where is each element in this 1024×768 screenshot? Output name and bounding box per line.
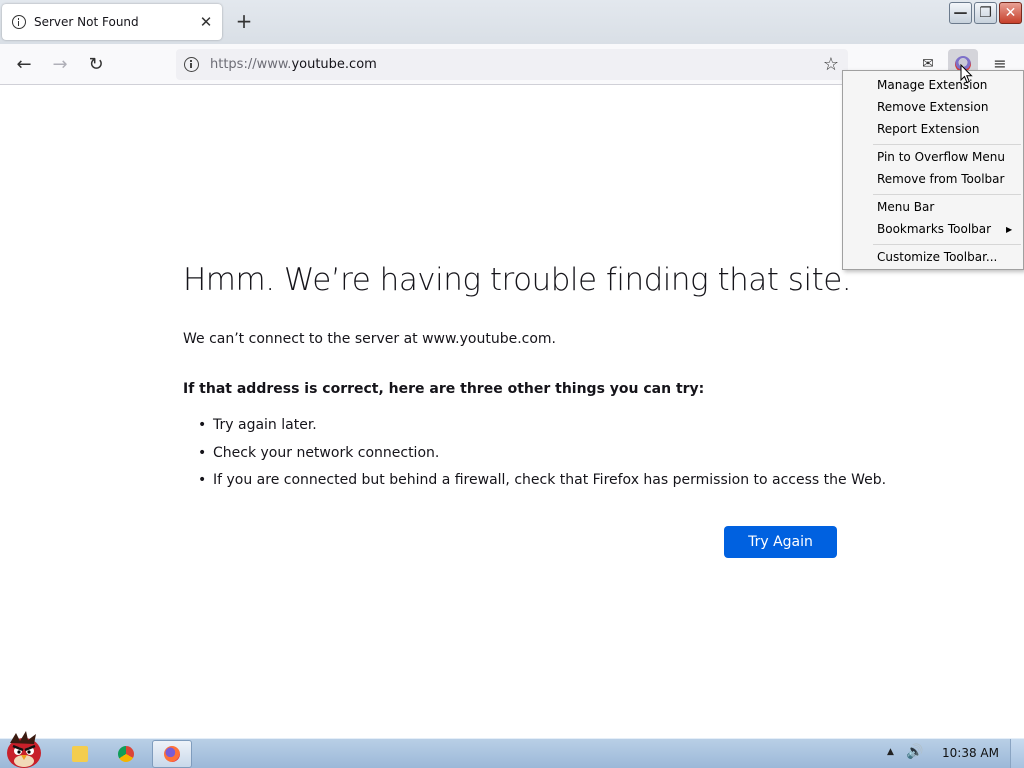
- folder-icon: [72, 746, 88, 762]
- menu-item-remove-from-toolbar[interactable]: Remove from Toolbar: [877, 170, 1004, 188]
- menu-item-bookmarks-toolbar[interactable]: Bookmarks Toolbar: [877, 220, 991, 238]
- suggestions-heading: If that address is correct, here are thr…: [183, 381, 705, 397]
- try-again-button[interactable]: Try Again: [724, 526, 837, 558]
- list-item: Try again later.: [198, 415, 886, 443]
- minimize-icon: —: [953, 5, 968, 21]
- taskbar-explorer-button[interactable]: [60, 740, 100, 768]
- menu-item-customize-toolbar[interactable]: Customize Toolbar...: [877, 248, 997, 266]
- close-tab-icon[interactable]: ✕: [198, 14, 214, 30]
- tab-title: Server Not Found: [34, 15, 139, 29]
- start-button[interactable]: [0, 731, 48, 768]
- volume-icon[interactable]: 🔊: [906, 744, 923, 760]
- window-controls: — ❐ ✕: [949, 2, 1022, 24]
- forward-button[interactable]: →: [47, 52, 73, 78]
- url-text[interactable]: https://www.youtube.com: [210, 57, 820, 72]
- url-prefix: https://www.: [210, 57, 292, 72]
- show-desktop-button[interactable]: [1010, 739, 1024, 768]
- show-hidden-icons-icon[interactable]: ▲: [887, 747, 894, 757]
- tab-strip: Server Not Found ✕ + — ❐ ✕: [0, 0, 1024, 44]
- menu-separator: [873, 144, 1021, 145]
- list-item: If you are connected but behind a firewa…: [198, 470, 886, 498]
- list-item: Check your network connection.: [198, 443, 886, 471]
- taskbar-chrome-button[interactable]: [106, 740, 146, 768]
- restore-button[interactable]: ❐: [974, 2, 997, 24]
- close-icon: ✕: [1004, 5, 1017, 21]
- system-tray: ▲ 🔊 10:38 AM: [884, 739, 1024, 768]
- error-description: We can’t connect to the server at www.yo…: [183, 331, 557, 347]
- taskbar-firefox-button[interactable]: [152, 740, 192, 768]
- clock[interactable]: 10:38 AM: [942, 746, 999, 760]
- minimize-button[interactable]: —: [949, 2, 972, 24]
- error-title: Hmm. We’re having trouble finding that s…: [183, 262, 852, 298]
- restore-icon: ❐: [979, 5, 992, 21]
- menu-separator: [873, 244, 1021, 245]
- info-icon: [12, 15, 26, 29]
- chrome-icon: [118, 746, 134, 762]
- bookmark-star-icon[interactable]: ☆: [820, 54, 842, 76]
- reload-button[interactable]: ↻: [83, 52, 109, 78]
- suggestions-list: Try again later. Check your network conn…: [198, 415, 886, 498]
- menu-item-remove-extension[interactable]: Remove Extension: [877, 98, 988, 116]
- url-bar[interactable]: https://www.youtube.com ☆: [176, 49, 848, 80]
- menu-item-pin-overflow[interactable]: Pin to Overflow Menu: [877, 148, 1005, 166]
- url-domain: youtube.com: [291, 57, 377, 72]
- menu-separator: [873, 194, 1021, 195]
- mouse-cursor-icon: [960, 64, 973, 84]
- back-button[interactable]: ←: [11, 52, 37, 78]
- new-tab-button[interactable]: +: [234, 11, 254, 31]
- close-window-button[interactable]: ✕: [999, 2, 1022, 24]
- tab-server-not-found[interactable]: Server Not Found ✕: [2, 4, 222, 40]
- firefox-icon: [164, 746, 180, 762]
- site-info-icon[interactable]: [184, 57, 199, 72]
- submenu-arrow-icon: ▶: [1006, 225, 1013, 234]
- menu-item-report-extension[interactable]: Report Extension: [877, 120, 980, 138]
- extension-context-menu: Manage Extension Remove Extension Report…: [842, 70, 1024, 270]
- menu-item-menu-bar[interactable]: Menu Bar: [877, 198, 934, 216]
- taskbar: ▲ 🔊 10:38 AM: [0, 731, 1024, 768]
